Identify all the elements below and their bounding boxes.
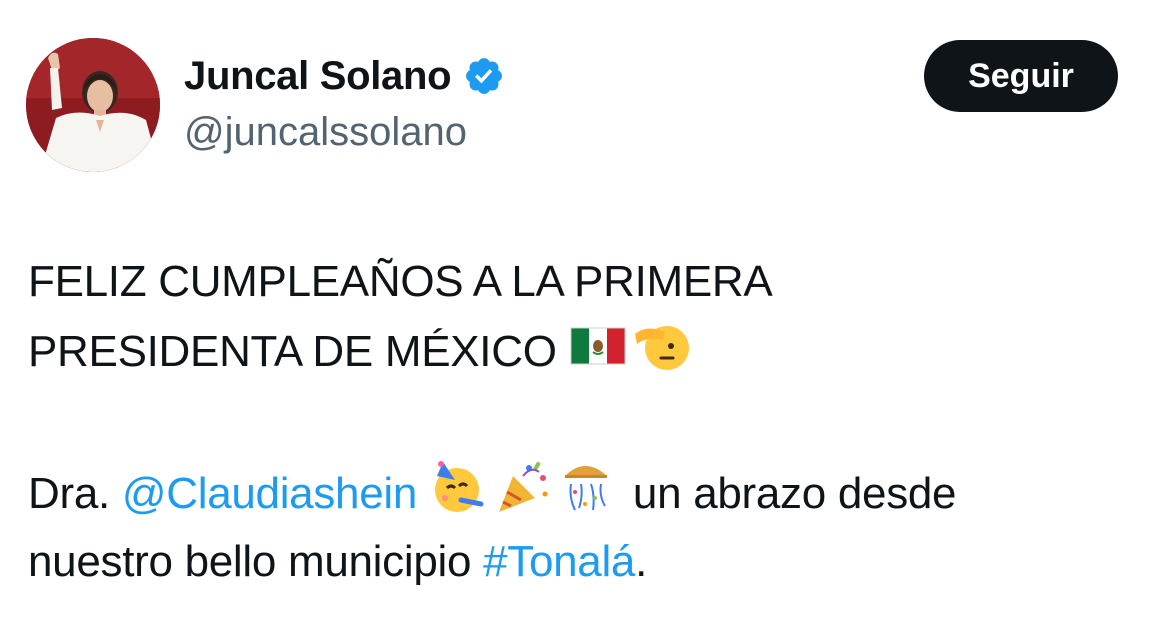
tweet-line-4-prefix: nuestro bello municipio xyxy=(28,537,472,586)
tweet-line-2: PRESIDENTA DE MÉXICO xyxy=(28,327,557,376)
tweet-line-1: FELIZ CUMPLEAÑOS A LA PRIMERA xyxy=(28,257,773,306)
tweet-line-4-suffix: . xyxy=(635,537,648,586)
confetti-ball-icon xyxy=(557,458,615,516)
tweet-line-3-suffix: un abrazo desde xyxy=(632,469,957,518)
hashtag-link[interactable]: #Tonalá xyxy=(483,537,635,586)
verified-badge-icon[interactable] xyxy=(463,55,505,97)
tweet-text: FELIZ CUMPLEAÑOS A LA PRIMERA PRESIDENTA… xyxy=(28,248,1148,596)
partying-face-icon xyxy=(429,458,487,516)
author-handle[interactable]: @juncalssolano xyxy=(184,110,467,155)
author-display-name[interactable]: Juncal Solano xyxy=(184,54,452,99)
tweet-paragraph-1: FELIZ CUMPLEAÑOS A LA PRIMERA PRESIDENTA… xyxy=(28,248,1148,386)
follow-button[interactable]: Seguir xyxy=(924,40,1118,112)
author-name-row: Juncal Solano xyxy=(184,50,505,102)
mention-link[interactable]: @Claudiashein xyxy=(122,469,417,518)
saluting-face-icon xyxy=(633,316,691,374)
mexico-flag-icon xyxy=(569,316,627,374)
author-avatar[interactable] xyxy=(26,38,160,172)
tweet-line-3-prefix: Dra. xyxy=(28,469,110,518)
party-popper-icon xyxy=(493,458,551,516)
avatar-photo xyxy=(26,38,160,172)
tweet-paragraph-2: Dra. @Claudiashein un abrazo desde nuest… xyxy=(28,458,1148,596)
